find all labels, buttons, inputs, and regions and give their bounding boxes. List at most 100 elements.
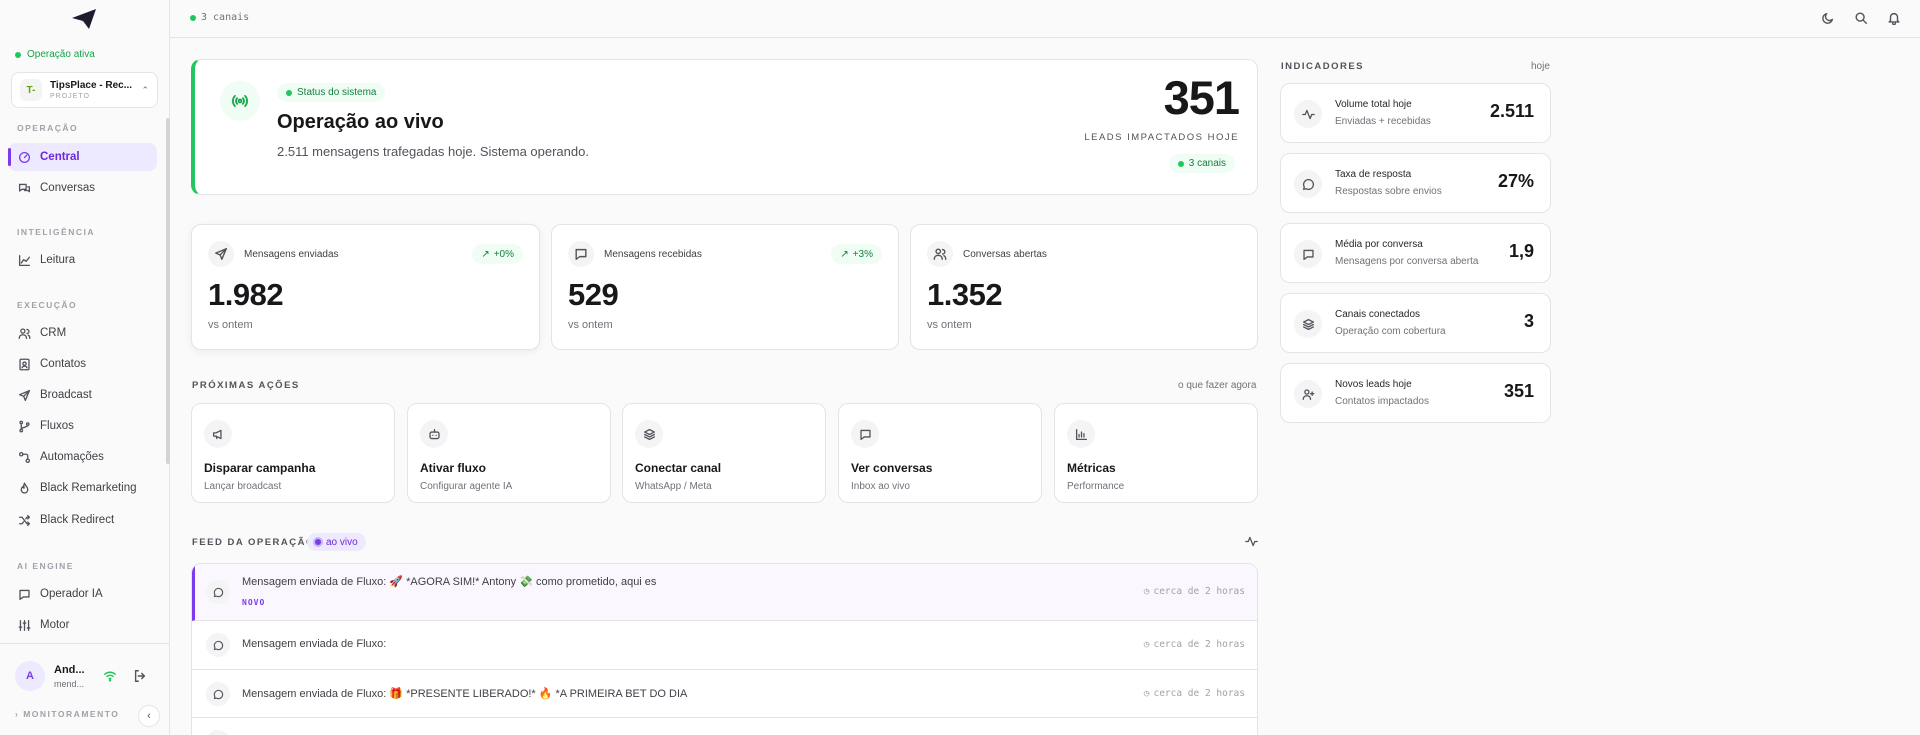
metric-label: Mensagens enviadas bbox=[244, 249, 339, 260]
sidebar-item-conversas[interactable]: Conversas bbox=[8, 174, 157, 202]
user-name: And... bbox=[54, 664, 85, 676]
next-actions-hint: o que fazer agora bbox=[1178, 380, 1257, 391]
indicator-connected-channels[interactable]: Canais conectados Operação com cobertura… bbox=[1280, 293, 1551, 353]
sidebar-item-black-remarketing[interactable]: Black Remarketing bbox=[8, 474, 157, 502]
system-status-card: Status do sistema Operação ao vivo 2.511… bbox=[191, 59, 1258, 195]
metric-sub: vs ontem bbox=[568, 319, 613, 331]
search-icon[interactable] bbox=[1854, 11, 1868, 25]
feed-time-text: cerca de 2 horas bbox=[1153, 586, 1245, 597]
indicator-sub: Operação com cobertura bbox=[1335, 326, 1446, 337]
action-connect-channel[interactable]: Conectar canal WhatsApp / Meta bbox=[622, 403, 826, 503]
bar-chart-icon bbox=[1067, 420, 1095, 448]
sidebar: Operação ativa T- TipsPlace - Rec... PRO… bbox=[0, 0, 170, 735]
chevron-left-icon: ‹ bbox=[147, 710, 151, 722]
logout-icon[interactable] bbox=[133, 669, 147, 683]
feed-item[interactable] bbox=[192, 718, 1257, 735]
metric-value: 1.352 bbox=[927, 277, 1003, 312]
sidebar-scrollbar[interactable] bbox=[166, 118, 170, 464]
sidebar-item-label: Leitura bbox=[40, 254, 76, 266]
dashboard-gauge-icon bbox=[18, 151, 31, 164]
avatar[interactable]: A bbox=[15, 661, 45, 691]
project-name: TipsPlace - Rec... bbox=[50, 80, 133, 91]
hero-description: 2.511 mensagens trafegadas hoje. Sistema… bbox=[277, 144, 589, 159]
sidebar-item-contatos[interactable]: Contatos bbox=[8, 350, 157, 378]
message-circle-icon bbox=[206, 580, 230, 604]
layers-icon bbox=[635, 420, 663, 448]
paper-plane-logo-icon[interactable] bbox=[70, 8, 98, 30]
indicator-new-leads[interactable]: Novos leads hoje Contatos impactados 351 bbox=[1280, 363, 1551, 423]
indicator-title: Canais conectados bbox=[1335, 309, 1421, 320]
action-metrics[interactable]: Métricas Performance bbox=[1054, 403, 1258, 503]
channels-indicator: 3 canais bbox=[190, 12, 249, 23]
action-sub: Inbox ao vivo bbox=[851, 481, 910, 492]
action-activate-flow[interactable]: Ativar fluxo Configurar agente IA bbox=[407, 403, 611, 503]
status-dot-icon bbox=[1177, 160, 1184, 167]
indicator-avg-per-conversation[interactable]: Média por conversa Mensagens por convers… bbox=[1280, 223, 1551, 283]
metric-card-sent[interactable]: Mensagens enviadas ↗ +0% 1.982 vs ontem bbox=[191, 224, 540, 350]
indicator-value: 3 bbox=[1523, 311, 1534, 331]
indicator-total-volume[interactable]: Volume total hoje Enviadas + recebidas 2… bbox=[1280, 83, 1551, 143]
sidebar-item-central[interactable]: Central bbox=[8, 143, 157, 171]
message-circle-icon bbox=[206, 730, 230, 735]
indicators-title: INDICADORES bbox=[1281, 61, 1365, 72]
feed-item[interactable]: Mensagem enviada de Fluxo: 🚀 *AGORA SIM!… bbox=[192, 564, 1257, 621]
sidebar-item-operador-ia[interactable]: Operador IA bbox=[8, 580, 157, 608]
section-ai-engine: AI ENGINE bbox=[17, 561, 74, 571]
sidebar-item-automacoes[interactable]: Automações bbox=[8, 443, 157, 471]
sidebar-item-label: Conversas bbox=[40, 182, 95, 194]
chat-bubbles-icon bbox=[18, 182, 31, 195]
next-actions-title: PRÓXIMAS AÇÕES bbox=[192, 380, 300, 391]
shuffle-icon bbox=[18, 514, 31, 527]
feed-item[interactable]: Mensagem enviada de Fluxo: ◷ cerca de 2 h… bbox=[192, 621, 1257, 670]
monitoring-text: MONITORAMENTO bbox=[23, 709, 120, 719]
sidebar-item-label: Automações bbox=[40, 451, 104, 463]
sidebar-item-leitura[interactable]: Leitura bbox=[8, 246, 157, 274]
action-sub: Lançar broadcast bbox=[204, 481, 282, 492]
sidebar-item-black-redirect[interactable]: Black Redirect bbox=[8, 506, 157, 534]
metric-card-open-conversations[interactable]: Conversas abertas 1.352 vs ontem bbox=[910, 224, 1258, 350]
indicator-sub: Respostas sobre envios bbox=[1335, 186, 1442, 197]
moon-icon[interactable] bbox=[1821, 11, 1835, 25]
activity-icon[interactable] bbox=[1245, 535, 1258, 548]
line-chart-icon bbox=[18, 254, 31, 267]
indicator-sub: Contatos impactados bbox=[1335, 396, 1429, 407]
sidebar-item-fluxos[interactable]: Fluxos bbox=[8, 412, 157, 440]
bell-icon[interactable] bbox=[1887, 11, 1901, 25]
feed-item[interactable]: Mensagem enviada de Fluxo: 🎁 *PRESENTE L… bbox=[192, 670, 1257, 718]
message-circle-icon bbox=[1294, 170, 1322, 198]
project-selector[interactable]: T- TipsPlace - Rec... PROJETO ⌃ bbox=[11, 72, 158, 108]
operation-feed: Mensagem enviada de Fluxo: 🚀 *AGORA SIM!… bbox=[191, 563, 1258, 735]
sidebar-item-motor[interactable]: Motor bbox=[8, 611, 157, 639]
flame-icon bbox=[18, 482, 31, 495]
sidebar-item-label: Broadcast bbox=[40, 389, 92, 401]
sidebar-item-label: CRM bbox=[40, 327, 67, 339]
sidebar-item-crm[interactable]: CRM bbox=[8, 319, 157, 347]
action-launch-campaign[interactable]: Disparar campanha Lançar broadcast bbox=[191, 403, 395, 503]
user-panel: A And... mend... bbox=[0, 643, 170, 705]
feed-text: Mensagem enviada de Fluxo: 🚀 *AGORA SIM!… bbox=[242, 576, 657, 588]
monitoring-label[interactable]: › MONITORAMENTO bbox=[15, 709, 119, 719]
workflow-icon bbox=[18, 451, 31, 464]
section-inteligencia: INTELIGÊNCIA bbox=[17, 227, 95, 237]
feed-time: ◷ cerca de 2 horas bbox=[1144, 688, 1245, 699]
collapse-sidebar-button[interactable]: ‹ bbox=[138, 705, 160, 727]
indicator-title: Novos leads hoje bbox=[1335, 379, 1412, 390]
metric-label: Conversas abertas bbox=[963, 249, 1047, 260]
send-icon bbox=[208, 241, 234, 267]
action-title: Disparar campanha bbox=[204, 461, 316, 475]
clock-icon: ◷ bbox=[1143, 639, 1150, 650]
contact-book-icon bbox=[18, 358, 31, 371]
sidebar-item-label: Black Remarketing bbox=[40, 482, 137, 494]
action-view-conversations[interactable]: Ver conversas Inbox ao vivo bbox=[838, 403, 1042, 503]
sidebar-item-broadcast[interactable]: Broadcast bbox=[8, 381, 157, 409]
clock-icon: ◷ bbox=[1143, 586, 1150, 597]
users-icon bbox=[927, 241, 953, 267]
leads-impacted-label: LEADS IMPACTADOS HOJE bbox=[1084, 132, 1239, 143]
live-badge-label: ao vivo bbox=[326, 536, 358, 548]
metric-sub: vs ontem bbox=[208, 319, 253, 331]
activity-icon bbox=[1294, 100, 1322, 128]
send-icon bbox=[18, 389, 31, 402]
user-plus-icon bbox=[1294, 380, 1322, 408]
metric-card-received[interactable]: Mensagens recebidas ↗ +3% 529 vs ontem bbox=[551, 224, 899, 350]
indicator-response-rate[interactable]: Taxa de resposta Respostas sobre envios … bbox=[1280, 153, 1551, 213]
